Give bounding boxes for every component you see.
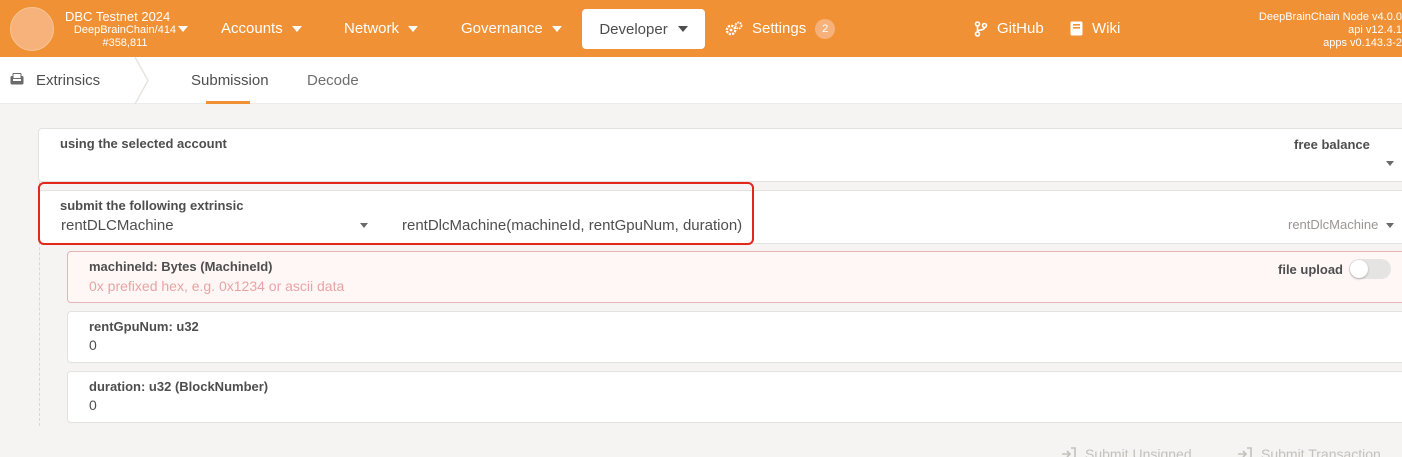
chevron-down-icon xyxy=(291,25,302,32)
envelope-open-icon xyxy=(10,73,24,85)
free-balance-label: free balance xyxy=(1294,137,1370,152)
menu-accounts[interactable]: Accounts xyxy=(221,0,302,57)
file-upload-label: file upload xyxy=(1278,262,1343,277)
account-label: using the selected account xyxy=(60,136,227,151)
menu-wiki-label: Wiki xyxy=(1092,20,1121,37)
settings-count-badge: 2 xyxy=(815,18,836,39)
call-dropdown[interactable]: rentDlcMachine xyxy=(1288,217,1378,232)
duration-input[interactable]: 0 xyxy=(89,397,97,413)
menu-github-label: GitHub xyxy=(997,20,1044,37)
menu-governance-label: Governance xyxy=(461,20,543,37)
submit-unsigned-label: Submit Unsigned xyxy=(1085,446,1192,457)
machine-id-field[interactable]: machineId: Bytes (MachineId) 0x prefixed… xyxy=(67,251,1402,303)
file-upload-toggle[interactable] xyxy=(1349,259,1391,279)
account-selector[interactable]: using the selected account free balance xyxy=(38,128,1402,182)
menu-network-label: Network xyxy=(344,20,400,37)
active-tab-indicator xyxy=(206,101,250,104)
chevron-down-icon xyxy=(677,26,688,32)
highlight-box xyxy=(38,182,754,245)
breadcrumb-separator xyxy=(134,57,149,104)
chevron-down-icon xyxy=(408,25,419,32)
chevron-down-icon[interactable] xyxy=(1386,161,1394,166)
submit-unsigned-button[interactable]: Submit Unsigned xyxy=(1061,446,1192,457)
menu-developer[interactable]: Developer xyxy=(582,9,705,49)
block-number: #358,811 xyxy=(102,37,148,49)
menu-github[interactable]: GitHub xyxy=(974,0,1044,57)
machine-id-label: machineId: Bytes (MachineId) xyxy=(89,259,273,274)
submit-transaction-button[interactable]: Submit Transaction xyxy=(1237,446,1381,457)
sign-in-icon xyxy=(1062,447,1076,457)
menu-accounts-label: Accounts xyxy=(221,20,283,37)
menu-developer-label: Developer xyxy=(599,20,668,38)
menu-network[interactable]: Network xyxy=(344,0,419,57)
menu-wiki[interactable]: Wiki xyxy=(1070,0,1120,57)
tab-decode[interactable]: Decode xyxy=(307,72,359,89)
sign-in-icon xyxy=(1238,447,1252,457)
chain-name[interactable]: DBC Testnet 2024 xyxy=(65,9,170,24)
call-chevron-down-icon[interactable] xyxy=(1386,223,1394,228)
chain-selector-chevron-icon[interactable] xyxy=(178,26,188,32)
rent-gpu-num-field[interactable]: rentGpuNum: u32 0 xyxy=(67,311,1402,363)
menu-governance[interactable]: Governance xyxy=(461,0,562,57)
node-version: DeepBrainChain Node v4.0.0 xyxy=(1258,11,1402,23)
book-icon xyxy=(1070,21,1083,36)
chain-runtime: DeepBrainChain/414 xyxy=(73,24,177,36)
apps-version: apps v0.143.3-2 xyxy=(1323,37,1402,49)
chain-logo[interactable] xyxy=(10,7,54,51)
rent-gpu-num-label: rentGpuNum: u32 xyxy=(89,319,199,334)
gears-icon xyxy=(725,21,743,35)
rent-gpu-num-input[interactable]: 0 xyxy=(89,337,97,353)
top-navigation-bar: DBC Testnet 2024 DeepBrainChain/414 #358… xyxy=(0,0,1402,57)
api-version: api v12.4.1 xyxy=(1348,24,1402,36)
menu-settings[interactable]: Settings 2 xyxy=(725,0,836,57)
machine-id-input[interactable]: 0x prefixed hex, e.g. 0x1234 or ascii da… xyxy=(89,278,344,294)
git-branch-icon xyxy=(974,20,988,37)
tab-submission[interactable]: Submission xyxy=(191,72,269,89)
menu-settings-label: Settings xyxy=(752,20,807,37)
duration-label: duration: u32 (BlockNumber) xyxy=(89,379,269,394)
duration-field[interactable]: duration: u32 (BlockNumber) 0 xyxy=(67,371,1402,423)
submit-transaction-label: Submit Transaction xyxy=(1261,446,1381,457)
section-title: Extrinsics xyxy=(36,72,101,89)
chevron-down-icon xyxy=(551,25,562,32)
sub-navigation: Extrinsics Submission Decode xyxy=(0,57,1402,104)
node-version-info: DeepBrainChain Node v4.0.0 api v12.4.1 a… xyxy=(1242,11,1402,50)
chain-info[interactable]: DeepBrainChain/414 #358,811 xyxy=(65,24,185,50)
toggle-knob xyxy=(1350,260,1368,278)
